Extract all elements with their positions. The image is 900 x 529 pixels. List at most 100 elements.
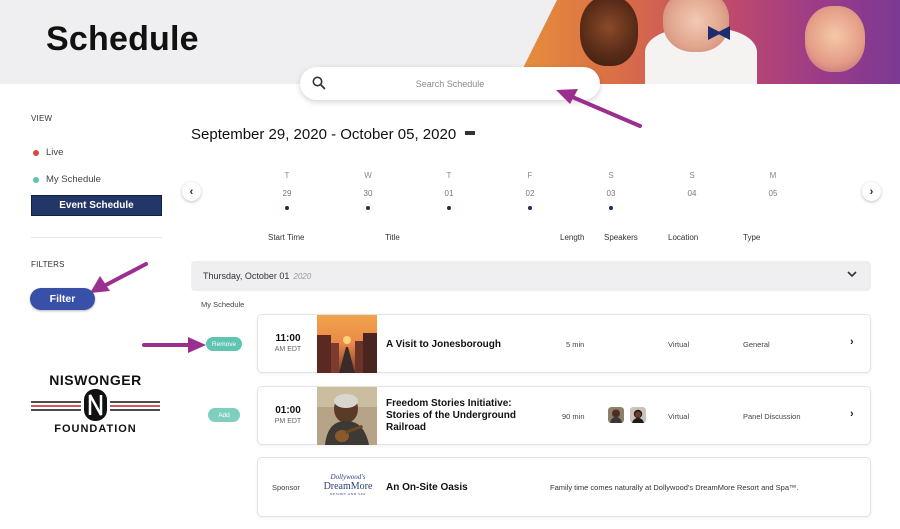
session-time-value: 01:00 [275, 405, 301, 416]
session-length: 5 min [566, 340, 585, 349]
chevron-right-icon[interactable]: › [850, 336, 854, 348]
col-length: Length [560, 233, 585, 242]
session-time-period: PM EDT [274, 418, 302, 425]
sidebar-divider [31, 237, 162, 238]
live-dot-icon [33, 149, 39, 156]
dreammore-logo: Dollywood's DreamMore RESORT AND SPA [320, 473, 376, 497]
my-schedule-group-label: My Schedule [201, 300, 245, 309]
col-type: Type [743, 233, 761, 242]
session-thumbnail-image [317, 315, 377, 373]
niswonger-foundation-logo: NISWONGER FOUNDATION [29, 368, 162, 444]
view-my-schedule[interactable]: My Schedule [33, 174, 101, 185]
day-letter: T [284, 171, 290, 180]
session-card[interactable]: 01:00 PM EDT Freedom Stories Initiative:… [257, 386, 871, 445]
view-live-label: Live [46, 147, 64, 158]
sponsor-description: Family time comes naturally at Dollywood… [550, 483, 799, 492]
day-number: 02 [525, 189, 535, 198]
filters-section-label: FILTERS [31, 260, 65, 269]
view-my-schedule-label: My Schedule [46, 174, 101, 185]
day-letter: S [608, 171, 614, 180]
banner-person-1 [580, 0, 638, 66]
day-3[interactable]: F 02 [515, 171, 545, 210]
session-title[interactable]: A Visit to Jonesborough [386, 339, 501, 351]
sponsor-label: Sponsor [272, 483, 300, 492]
day-1[interactable]: W 30 [353, 171, 383, 210]
day-letter: T [446, 171, 452, 180]
my-schedule-dot-icon [33, 176, 39, 183]
session-thumbnail-image [317, 387, 377, 445]
session-title[interactable]: Freedom Stories Initiative: Stories of t… [386, 398, 516, 434]
chevron-left-icon: ‹ [189, 185, 194, 198]
session-time: 11:00 AM EDT [258, 333, 318, 353]
event-schedule-button[interactable]: Event Schedule [31, 195, 162, 216]
chevron-down-icon[interactable] [847, 270, 857, 281]
day-number: 01 [444, 189, 454, 198]
date-range-title: September 29, 2020 - October 05, 2020 [191, 126, 457, 143]
session-location: Virtual [668, 412, 690, 421]
view-section-label: VIEW [31, 114, 53, 123]
speaker-avatar[interactable] [630, 407, 646, 423]
col-title: Title [385, 233, 400, 242]
day-letter: S [689, 171, 695, 180]
day-5[interactable]: S 04 [677, 171, 707, 198]
day-letter: F [527, 171, 533, 180]
search-icon[interactable] [311, 75, 327, 91]
session-location: Virtual [668, 340, 690, 349]
event-indicator-dot [285, 206, 289, 210]
session-title-line: Freedom Stories Initiative: [386, 398, 512, 409]
annotation-arrow-remove [142, 337, 206, 353]
chevron-right-icon[interactable]: › [850, 408, 854, 420]
day-number: 05 [768, 189, 778, 198]
day-number: 29 [282, 189, 292, 198]
event-indicator-dot [366, 206, 370, 210]
col-start-time: Start Time [268, 233, 305, 242]
day-letter: M [769, 171, 777, 180]
schedule-page: Schedule VIEW Live My Schedu [0, 0, 900, 529]
day-4[interactable]: S 03 [596, 171, 626, 210]
session-title-line: Stories of the Underground [386, 410, 516, 421]
session-type: General [743, 340, 770, 349]
chevron-right-icon: › [869, 185, 874, 198]
day-letter: W [364, 171, 372, 180]
logo-text-bottom: FOUNDATION [54, 423, 137, 435]
annotation-arrow-filter [90, 262, 148, 293]
session-title-line: Railroad [386, 422, 427, 433]
logo-text-top: NISWONGER [49, 372, 142, 388]
day-number: 03 [606, 189, 616, 198]
day-section-header[interactable]: Thursday, October 01 2020 [191, 261, 871, 291]
session-time-value: 11:00 [275, 333, 301, 344]
add-to-schedule-button[interactable]: Add [208, 408, 240, 422]
event-indicator-dot [447, 206, 451, 210]
remove-from-schedule-button[interactable]: Remove [206, 337, 242, 351]
col-location: Location [668, 233, 699, 242]
day-number: 30 [363, 189, 373, 198]
collapse-icon[interactable] [465, 131, 475, 135]
logo-emblem-icon [31, 389, 160, 421]
col-speakers: Speakers [604, 233, 638, 242]
day-2[interactable]: T 01 [434, 171, 464, 210]
annotation-arrow-search [556, 89, 642, 128]
event-indicator-dot [609, 206, 613, 210]
page-title: Schedule [46, 20, 199, 58]
day-section-label-wrap: Thursday, October 01 2020 [203, 271, 311, 281]
sponsor-card[interactable]: Sponsor Dollywood's DreamMore RESORT AND… [257, 457, 871, 517]
day-0[interactable]: T 29 [272, 171, 302, 210]
day-6[interactable]: M 05 [758, 171, 788, 198]
speaker-avatar[interactable] [608, 407, 624, 423]
sponsor-title[interactable]: An On-Site Oasis [386, 482, 468, 493]
session-card[interactable]: 11:00 AM EDT A Visit to Jonesborough 5 m… [257, 314, 871, 373]
next-week-button[interactable]: › [862, 182, 881, 201]
session-length: 90 min [562, 412, 585, 421]
banner-person-2 [663, 0, 729, 52]
session-type: Panel Discussion [743, 412, 801, 421]
day-number: 04 [687, 189, 697, 198]
filter-button[interactable]: Filter [30, 288, 95, 310]
prev-week-button[interactable]: ‹ [182, 182, 201, 201]
session-time: 01:00 PM EDT [258, 405, 318, 425]
day-section-year: 2020 [293, 272, 312, 281]
view-live[interactable]: Live [33, 147, 63, 158]
banner-person-3 [805, 6, 865, 72]
sponsor-logo-line3: RESORT AND SPA [330, 492, 366, 496]
day-section-label: Thursday, October 01 [203, 271, 290, 281]
session-time-period: AM EDT [274, 346, 302, 353]
